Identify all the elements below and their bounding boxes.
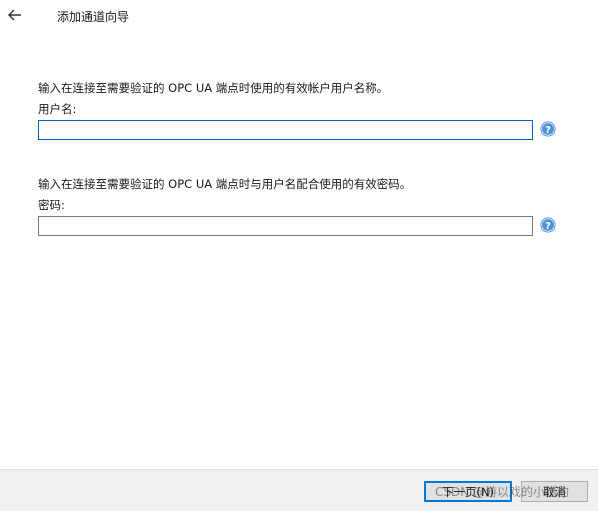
password-field-row: ? [38,216,568,236]
next-button[interactable]: 下一页(N) [424,481,512,502]
wizard-window: 添加通道向导 输入在连接至需要验证的 OPC UA 端点时使用的有效帐户用户名称… [0,0,598,511]
username-description: 输入在连接至需要验证的 OPC UA 端点时使用的有效帐户用户名称。 [38,81,389,95]
username-label: 用户名: [38,102,77,116]
password-help-icon[interactable]: ? [540,217,556,233]
password-input[interactable] [38,216,533,236]
arrow-left-icon [8,9,21,21]
username-help-icon[interactable]: ? [540,121,556,137]
footer-bar: 下一页(N) 取消 [0,469,598,511]
password-label: 密码: [38,198,65,212]
svg-text:?: ? [545,221,551,232]
username-section: 输入在连接至需要验证的 OPC UA 端点时使用的有效帐户用户名称。 用户名: … [38,80,568,140]
svg-text:?: ? [545,125,551,136]
wizard-title: 添加通道向导 [57,10,130,24]
username-field-row: ? [38,120,568,140]
cancel-button[interactable]: 取消 [521,481,588,502]
back-button[interactable] [4,4,26,26]
title-bar: 添加通道向导 [0,0,598,32]
username-input[interactable] [38,120,533,140]
password-section: 输入在连接至需要验证的 OPC UA 端点时与用户名配合使用的有效密码。 密码:… [38,176,568,236]
password-description: 输入在连接至需要验证的 OPC UA 端点时与用户名配合使用的有效密码。 [38,177,412,191]
